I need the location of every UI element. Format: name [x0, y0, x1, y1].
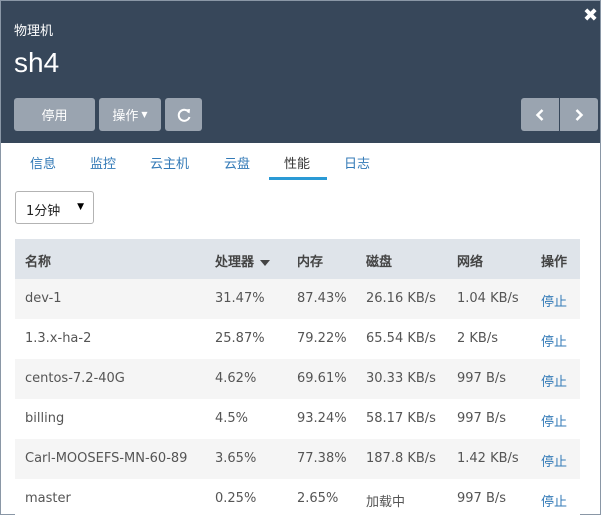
next-button[interactable] — [560, 98, 598, 131]
cell-disk: 187.8 KB/s — [366, 451, 436, 466]
cell-cpu: 31.47% — [215, 291, 265, 306]
cell-cpu: 4.5% — [215, 411, 249, 426]
cell-cpu: 4.62% — [215, 371, 257, 386]
cell-network: 997 B/s — [457, 411, 507, 426]
cell-disk: 26.16 KB/s — [366, 291, 436, 306]
tab-logs[interactable]: 日志 — [344, 153, 370, 172]
cell-network: 1.04 KB/s — [457, 291, 519, 306]
stop-link[interactable]: 停止 — [541, 371, 567, 390]
table-header: 名称 处理器 内存 磁盘 网络 操作 — [15, 239, 580, 279]
page-title: sh4 — [14, 47, 60, 78]
resource-type-label: 物理机 — [14, 24, 54, 39]
refresh-icon — [177, 108, 190, 122]
cell-network: 2 KB/s — [457, 331, 498, 346]
cell-name: dev-1 — [25, 291, 62, 306]
cell-memory: 77.38% — [297, 451, 347, 466]
tab-vms[interactable]: 云主机 — [150, 153, 189, 172]
cell-disk: 58.17 KB/s — [366, 411, 436, 426]
cell-disk: 65.54 KB/s — [366, 331, 436, 346]
cell-memory: 87.43% — [297, 291, 347, 306]
column-header-network[interactable]: 网络 — [457, 251, 483, 270]
close-icon[interactable]: ✖ — [583, 6, 598, 26]
column-header-actions: 操作 — [541, 255, 568, 270]
caret-down-icon: ▼ — [77, 202, 84, 212]
refresh-button[interactable] — [165, 98, 202, 131]
caret-down-icon: ▼ — [141, 110, 148, 119]
stop-link[interactable]: 停止 — [541, 491, 567, 510]
table-row: billing 4.5% 93.24% 58.17 KB/s 997 B/s 停止 — [15, 399, 580, 439]
cell-cpu: 3.65% — [215, 451, 257, 466]
column-header-name[interactable]: 名称 — [25, 251, 51, 270]
stop-link[interactable]: 停止 — [541, 451, 567, 470]
tab-volumes[interactable]: 云盘 — [224, 153, 250, 172]
cell-network: 997 B/s — [457, 371, 507, 386]
table-row: centos-7.2-40G 4.62% 69.61% 30.33 KB/s 997 B… — [15, 359, 580, 399]
cell-name: centos-7.2-40G — [25, 371, 125, 386]
table-row: master 0.25% 2.65% 加载中 997 B/s 停止 — [15, 479, 580, 519]
cell-name: Carl-MOOSEFS-MN-60-89 — [25, 451, 188, 466]
cell-disk: 加载中 — [366, 495, 406, 510]
interval-select-value: 1分钟 — [26, 204, 61, 219]
column-header-memory[interactable]: 内存 — [297, 251, 323, 270]
cell-memory: 79.22% — [297, 331, 347, 346]
actions-dropdown-button[interactable]: 操作 ▼ — [99, 98, 161, 131]
cell-network: 1.42 KB/s — [457, 451, 519, 466]
cell-memory: 69.61% — [297, 371, 347, 386]
column-header-cpu-label: 处理器 — [215, 255, 255, 270]
chevron-left-icon — [535, 108, 544, 121]
column-header-cpu[interactable]: 处理器 — [215, 251, 271, 270]
table-row: Carl-MOOSEFS-MN-60-89 3.65% 77.38% 187.8 KB… — [15, 439, 580, 479]
sort-desc-icon — [260, 259, 271, 266]
cell-memory: 93.24% — [297, 411, 347, 426]
cell-memory: 2.65% — [297, 491, 339, 506]
table-row: dev-1 31.47% 87.43% 26.16 KB/s 1.04 KB/s 停止 — [15, 279, 580, 319]
cell-name: 1.3.x-ha-2 — [25, 331, 92, 346]
tab-monitoring[interactable]: 监控 — [90, 153, 116, 172]
active-tab-indicator — [269, 177, 327, 180]
stop-link[interactable]: 停止 — [541, 331, 567, 350]
chevron-right-icon — [575, 108, 584, 121]
interval-select[interactable]: 1分钟 ▼ — [15, 191, 94, 224]
cell-disk: 30.33 KB/s — [366, 371, 436, 386]
tab-info[interactable]: 信息 — [30, 153, 56, 172]
header: 物理机 sh4 ✖ 停用 操作 ▼ — [1, 1, 600, 143]
stop-link[interactable]: 停止 — [541, 291, 567, 310]
tab-bar: 信息 监控 云主机 云盘 性能 日志 — [1, 143, 600, 183]
stop-link[interactable]: 停止 — [541, 411, 567, 430]
cell-network: 997 B/s — [457, 491, 507, 506]
cell-name: billing — [25, 411, 65, 426]
column-header-disk[interactable]: 磁盘 — [366, 251, 392, 270]
table-row: 1.3.x-ha-2 25.87% 79.22% 65.54 KB/s 2 KB/s 停止 — [15, 319, 580, 359]
previous-button[interactable] — [521, 98, 559, 131]
cell-cpu: 0.25% — [215, 491, 257, 506]
cell-name: master — [25, 491, 71, 506]
actions-label: 操作 — [112, 109, 139, 124]
tab-performance[interactable]: 性能 — [284, 153, 310, 172]
cell-cpu: 25.87% — [215, 331, 265, 346]
disable-button[interactable]: 停用 — [14, 98, 95, 131]
